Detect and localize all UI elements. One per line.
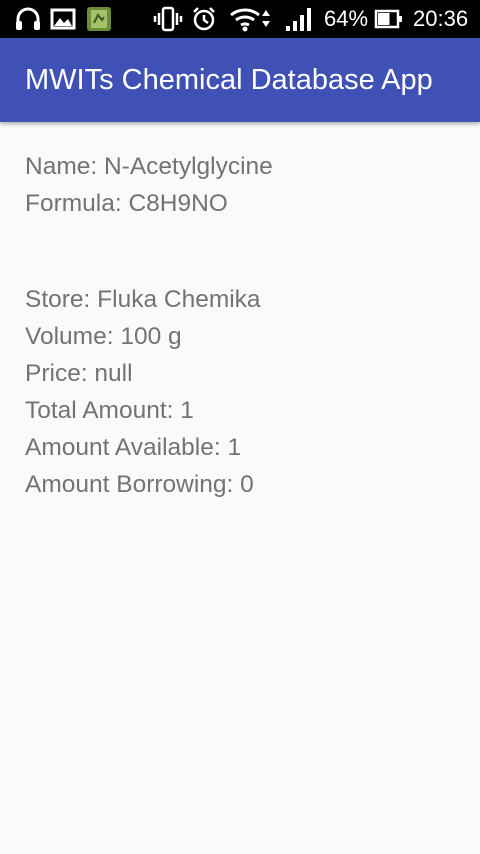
signal-icon (286, 8, 311, 31)
app-bar: MWITs Chemical Database App (0, 38, 480, 122)
alarm-icon (193, 7, 215, 31)
app-notification-icon (87, 7, 111, 31)
chemical-details: Name: N-Acetylglycine Formula: C8H9NO St… (25, 148, 465, 503)
vibrate-icon (153, 6, 183, 32)
chemical-price: Price: null (25, 360, 133, 387)
chemical-formula: Formula: C8H9NO (25, 190, 228, 217)
battery-icon (374, 9, 402, 29)
chemical-amount-available: Amount Available: 1 (25, 434, 242, 461)
chemical-volume: Volume: 100 g (25, 323, 182, 350)
status-bar: 64% 20:36 (0, 0, 480, 38)
app-title: MWITs Chemical Database App (25, 64, 433, 96)
wifi-icon (230, 8, 270, 32)
image-icon (50, 8, 76, 30)
chemical-name: Name: N-Acetylglycine (25, 153, 273, 180)
chemical-amount-borrowing: Amount Borrowing: 0 (25, 471, 254, 498)
headset-icon (16, 7, 40, 30)
battery-percent: 64% (324, 6, 369, 31)
chemical-store: Store: Fluka Chemika (25, 286, 261, 313)
clock: 20:36 (413, 6, 469, 31)
chemical-total-amount: Total Amount: 1 (25, 397, 194, 424)
